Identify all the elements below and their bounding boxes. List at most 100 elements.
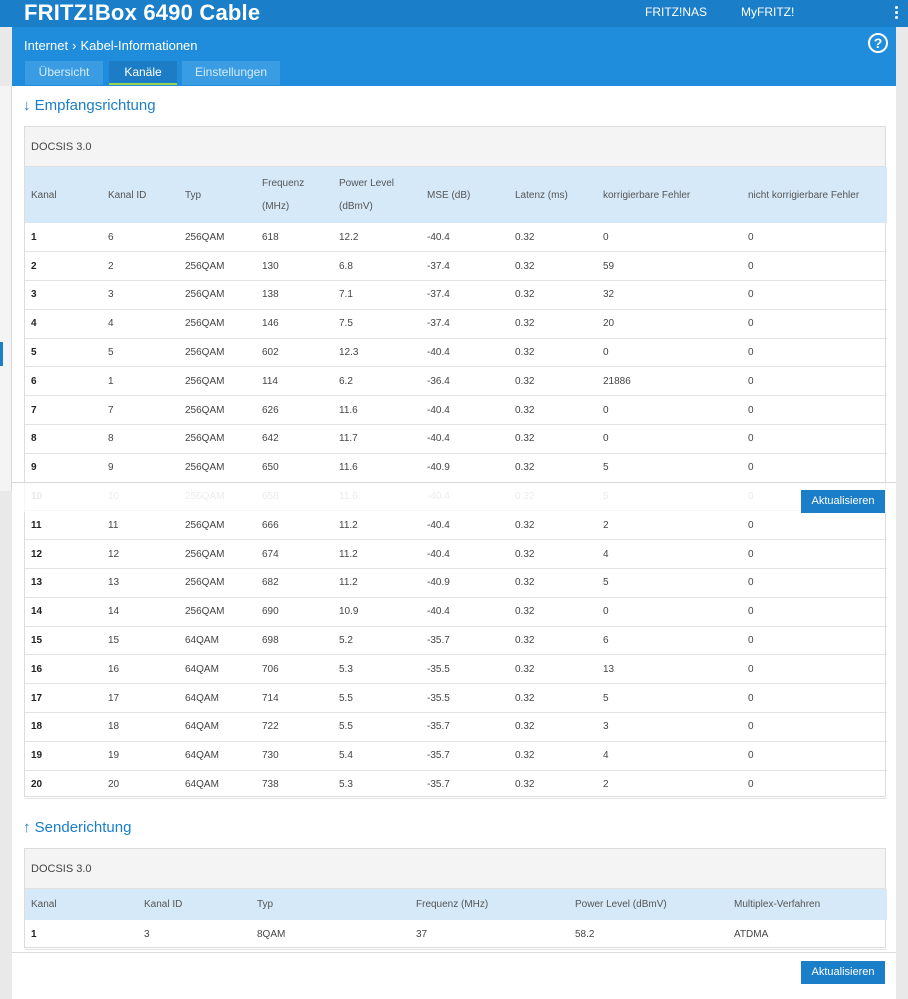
upstream-table: Kanal Kanal ID Typ Frequenz (MHz) Power …	[25, 889, 887, 950]
col-frequenz: Frequenz (MHz)	[256, 167, 333, 223]
downstream-cell: 256QAM	[179, 395, 256, 426]
brand-title: FRITZ!Box 6490 Cable	[24, 0, 261, 25]
downstream-header-row: Kanal Kanal ID Typ Frequenz (MHz) Power L…	[25, 167, 887, 223]
downstream-cell: 7.5	[333, 309, 421, 339]
downstream-cell: 0.32	[509, 712, 597, 742]
col-frequenz-label: Frequenz	[262, 178, 305, 189]
downstream-cell: 11	[25, 510, 102, 541]
upstream-header-row: Kanal Kanal ID Typ Frequenz (MHz) Power …	[25, 889, 887, 920]
downstream-cell: -40.4	[421, 223, 509, 253]
downstream-cell: 0	[742, 338, 887, 368]
downstream-cell: 5	[25, 338, 102, 368]
downstream-cell: 14	[102, 597, 179, 627]
downstream-cell: 17	[102, 683, 179, 714]
downstream-cell: -35.7	[421, 626, 509, 656]
downstream-row: 6 1 256QAM 114 6.2 -36.4 0.32 21886 0	[25, 366, 887, 397]
downstream-cell: 2	[102, 251, 179, 282]
downstream-cell: 690	[256, 597, 333, 627]
downstream-cell: 2	[25, 251, 102, 282]
col-kanal: Kanal	[25, 167, 102, 223]
downstream-cell: 11.2	[333, 568, 421, 598]
downstream-cell: 64QAM	[179, 712, 256, 742]
help-icon[interactable]: ?	[868, 33, 888, 53]
downstream-cell: 0	[742, 424, 887, 454]
sticky-action-bar	[12, 482, 896, 512]
downstream-cell: -40.4	[421, 539, 509, 570]
fritznas-link[interactable]: FRITZ!NAS	[645, 0, 707, 27]
downstream-cell: 6	[25, 366, 102, 397]
downstream-cell: 674	[256, 539, 333, 570]
downstream-cell: 6.2	[333, 366, 421, 397]
downstream-cell: 0	[597, 597, 742, 627]
main-content: ↓ Empfangsrichtung DOCSIS 3.0 Kanal Kana…	[12, 86, 896, 999]
downstream-row: 4 4 256QAM 146 7.5 -37.4 0.32 20 0	[25, 309, 887, 339]
downstream-cell: 256QAM	[179, 539, 256, 570]
downstream-cell: 5.5	[333, 712, 421, 742]
breadcrumb-kabel-informationen: Kabel-Informationen	[80, 38, 198, 53]
col-typ: Typ	[179, 167, 256, 223]
downstream-row: 15 15 64QAM 698 5.2 -35.7 0.32 6 0	[25, 626, 887, 656]
downstream-cell: 1	[102, 366, 179, 397]
downstream-cell: 17	[25, 683, 102, 714]
tab-einstellungen[interactable]: Einstellungen	[182, 61, 280, 85]
downstream-cell: 4	[597, 741, 742, 771]
up-col-typ: Typ	[251, 889, 410, 920]
downstream-cell: 0.32	[509, 395, 597, 426]
tab-kanaele[interactable]: Kanäle	[109, 61, 177, 85]
downstream-cell: 0	[742, 309, 887, 339]
menu-icon[interactable]	[892, 6, 900, 22]
tab-uebersicht[interactable]: Übersicht	[25, 61, 103, 85]
downstream-cell: 20	[597, 309, 742, 339]
downstream-title: ↓ Empfangsrichtung	[23, 97, 156, 114]
downstream-cell: 19	[102, 741, 179, 771]
downstream-cell: 14	[25, 597, 102, 627]
downstream-cell: 20	[102, 770, 179, 800]
downstream-cell: 8	[102, 424, 179, 454]
downstream-cell: 13	[597, 654, 742, 685]
downstream-cell: 10.9	[333, 597, 421, 627]
col-latenz: Latenz (ms)	[509, 167, 597, 223]
downstream-cell: 4	[25, 309, 102, 339]
downstream-cell: -35.5	[421, 654, 509, 685]
downstream-cell: 5	[597, 683, 742, 714]
up-col-kanal-id: Kanal ID	[138, 889, 251, 920]
breadcrumb-internet[interactable]: Internet	[24, 38, 68, 53]
downstream-cell: 5.5	[333, 683, 421, 714]
downstream-cell: 0.32	[509, 424, 597, 454]
upstream-cell: 8QAM	[251, 920, 410, 950]
refresh-button[interactable]: Aktualisieren	[801, 961, 885, 984]
downstream-cell: 1	[25, 223, 102, 253]
myfritz-link[interactable]: MyFRITZ!	[741, 0, 794, 27]
downstream-cell: 20	[25, 770, 102, 800]
downstream-cell: 0.32	[509, 338, 597, 368]
downstream-cell: 13	[25, 568, 102, 598]
refresh-button-top[interactable]: Aktualisieren	[801, 490, 885, 513]
downstream-cell: 12	[25, 539, 102, 570]
downstream-cell: -35.5	[421, 683, 509, 714]
downstream-cell: 15	[25, 626, 102, 656]
downstream-cell: 682	[256, 568, 333, 598]
downstream-row: 19 19 64QAM 730 5.4 -35.7 0.32 4 0	[25, 741, 887, 771]
downstream-cell: 21886	[597, 366, 742, 397]
downstream-cell: 59	[597, 251, 742, 282]
downstream-row: 11 11 256QAM 666 11.2 -40.4 0.32 2 0	[25, 510, 887, 541]
upstream-panel: DOCSIS 3.0 Kanal Kanal ID Typ Frequenz (…	[24, 848, 887, 950]
downstream-row: 3 3 256QAM 138 7.1 -37.4 0.32 32 0	[25, 280, 887, 310]
downstream-cell: 650	[256, 453, 333, 483]
downstream-cell: 7	[25, 395, 102, 426]
downstream-cell: -40.4	[421, 395, 509, 426]
downstream-cell: 5.3	[333, 654, 421, 685]
downstream-cell: 138	[256, 280, 333, 310]
downstream-row: 17 17 64QAM 714 5.5 -35.5 0.32 5 0	[25, 683, 887, 714]
downstream-cell: 642	[256, 424, 333, 454]
downstream-cell: 0	[742, 395, 887, 426]
downstream-cell: 16	[25, 654, 102, 685]
downstream-cell: -37.4	[421, 280, 509, 310]
downstream-cell: 5.3	[333, 770, 421, 800]
downstream-cell: 64QAM	[179, 626, 256, 656]
col-kanal-id: Kanal ID	[102, 167, 179, 223]
downstream-cell: 0	[597, 223, 742, 253]
downstream-cell: 5.4	[333, 741, 421, 771]
top-bar: FRITZ!Box 6490 Cable FRITZ!NAS MyFRITZ!	[0, 0, 908, 27]
downstream-cell: 730	[256, 741, 333, 771]
